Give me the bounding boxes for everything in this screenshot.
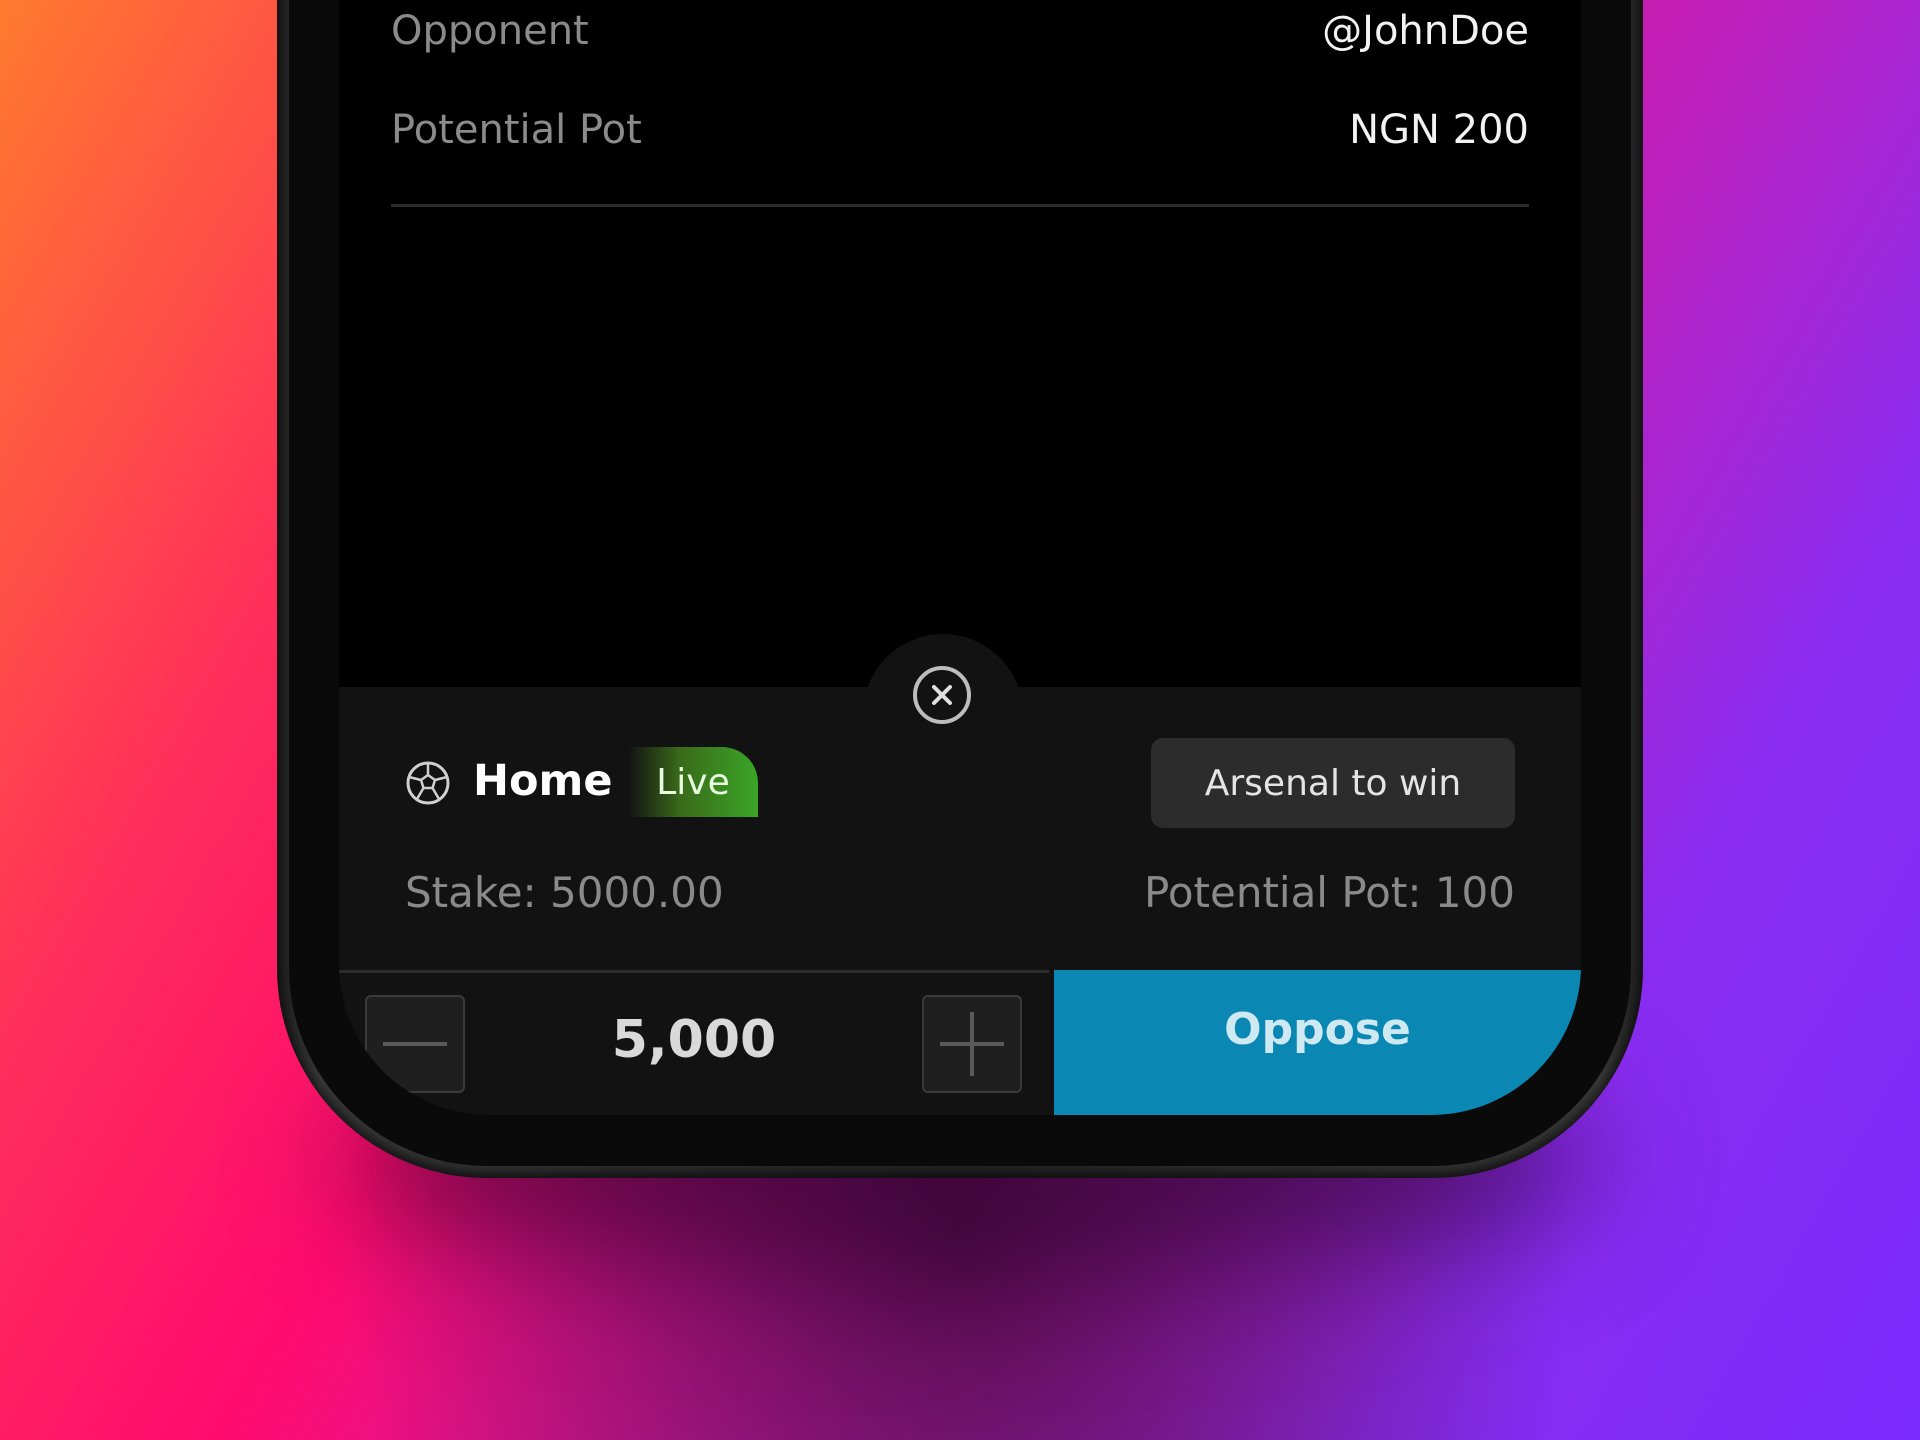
phone-screen: Opponent @JohnDoe Potential Pot NGN 200 … xyxy=(339,0,1581,1115)
stake-amount-value[interactable]: 5,000 xyxy=(469,1010,919,1070)
opponent-row: Opponent @JohnDoe xyxy=(391,8,1529,54)
market-chip[interactable]: Arsenal to win xyxy=(1151,738,1515,828)
minus-icon xyxy=(383,1042,447,1046)
potential-pot-value: NGN 200 xyxy=(1349,107,1529,153)
soccer-ball-icon xyxy=(405,760,451,806)
opponent-value[interactable]: @JohnDoe xyxy=(1322,8,1529,54)
opponent-label: Opponent xyxy=(391,8,589,54)
oppose-button[interactable]: Oppose xyxy=(1054,970,1581,1115)
close-icon[interactable] xyxy=(913,666,971,724)
summary-divider xyxy=(391,204,1529,207)
selection-label: Home xyxy=(473,756,613,806)
potential-pot-text: Potential Pot: 100 xyxy=(1143,868,1515,917)
potential-pot-row: Potential Pot NGN 200 xyxy=(391,107,1529,153)
stake-text: Stake: 5000.00 xyxy=(405,868,724,917)
plus-icon xyxy=(940,1012,1004,1076)
decrease-amount-button[interactable] xyxy=(365,995,465,1093)
live-badge: Live xyxy=(628,747,758,817)
stepper-divider xyxy=(339,970,1049,973)
increase-amount-button[interactable] xyxy=(922,995,1022,1093)
potential-pot-label: Potential Pot xyxy=(391,107,642,153)
